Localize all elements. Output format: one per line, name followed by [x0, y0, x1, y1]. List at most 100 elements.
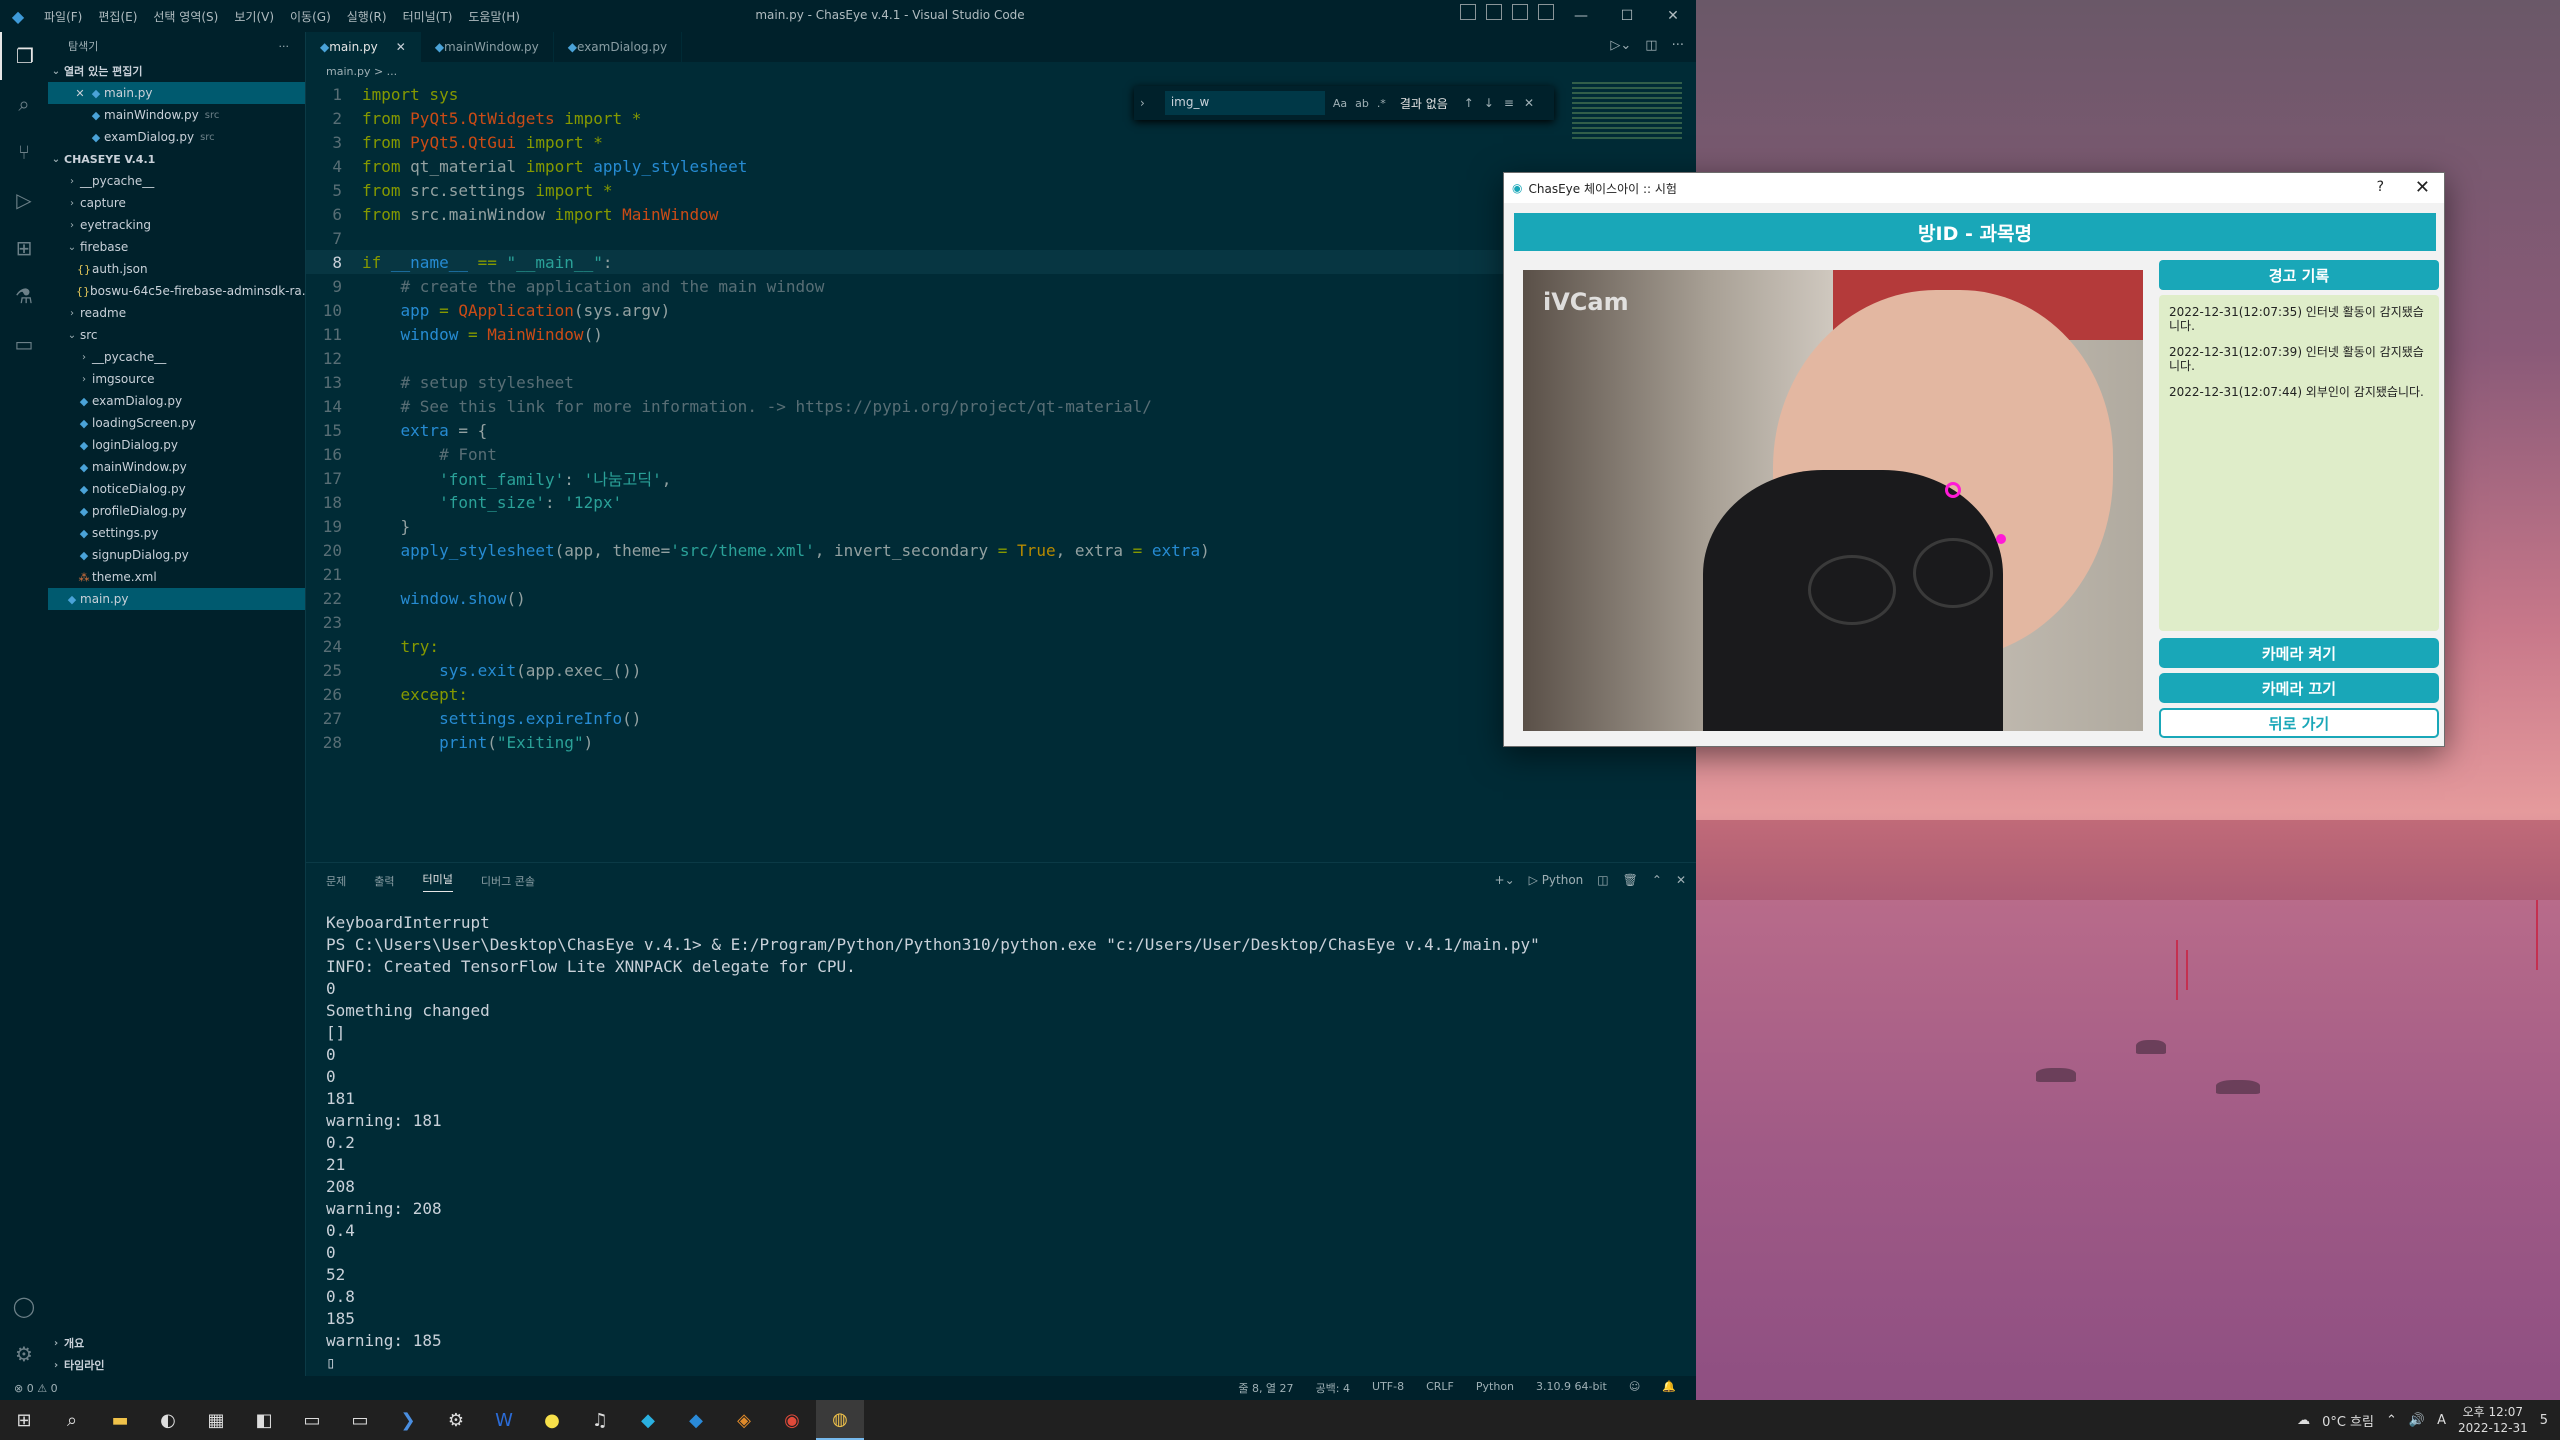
tree-item[interactable]: {} boswu-64c5e-firebase-adminsdk-ra...: [48, 280, 305, 302]
find-in-selection-icon[interactable]: ≡: [1504, 96, 1514, 110]
feedback-icon[interactable]: ☺: [1629, 1380, 1640, 1396]
app-icon[interactable]: ◧: [240, 1400, 288, 1440]
close-icon[interactable]: ✕: [72, 87, 88, 100]
source-control-icon[interactable]: ⑂: [0, 128, 48, 176]
tree-item[interactable]: ◆ noticeDialog.py: [48, 478, 305, 500]
run-debug-icon[interactable]: ▷: [0, 176, 48, 224]
match-case-toggle[interactable]: Aa: [1333, 97, 1347, 110]
python-taskbar-icon[interactable]: ◍: [816, 1400, 864, 1440]
close-panel-icon[interactable]: ✕: [1676, 873, 1686, 887]
tree-item[interactable]: › readme: [48, 302, 305, 324]
app-icon[interactable]: ◈: [720, 1400, 768, 1440]
menu-item[interactable]: 이동(G): [282, 8, 339, 25]
settings-gear-icon[interactable]: ⚙: [0, 1330, 48, 1378]
toggle-primary-sidebar-icon[interactable]: [1460, 4, 1476, 20]
more-actions-icon[interactable]: ···: [279, 40, 290, 53]
remote-explorer-icon[interactable]: ▭: [0, 320, 48, 368]
toggle-replace-icon[interactable]: ›: [1140, 96, 1145, 110]
tree-item[interactable]: ◆ settings.py: [48, 522, 305, 544]
tree-item[interactable]: › __pycache__: [48, 170, 305, 192]
tree-item[interactable]: › __pycache__: [48, 346, 305, 368]
help-button[interactable]: ?: [2377, 179, 2384, 195]
minimize-button[interactable]: —: [1558, 0, 1604, 32]
tree-item[interactable]: ◆ main.py: [48, 588, 305, 610]
calculator-icon[interactable]: ▦: [192, 1400, 240, 1440]
extensions-icon[interactable]: ⊞: [0, 224, 48, 272]
split-terminal-icon[interactable]: ◫: [1597, 873, 1608, 887]
maximize-button[interactable]: ☐: [1604, 0, 1650, 32]
split-editor-icon[interactable]: ◫: [1645, 38, 1657, 53]
open-editor-item[interactable]: ◆ mainWindow.py src: [48, 104, 305, 126]
next-match-icon[interactable]: ↓: [1484, 96, 1494, 110]
tree-item[interactable]: ⁂ theme.xml: [48, 566, 305, 588]
cursor-position[interactable]: 줄 8, 열 27: [1238, 1380, 1293, 1396]
panel-tab[interactable]: 터미널: [422, 871, 453, 892]
search-icon[interactable]: ⌕: [0, 80, 48, 128]
music-icon[interactable]: ♫: [576, 1400, 624, 1440]
kakaotalk-icon[interactable]: ●: [528, 1400, 576, 1440]
testing-icon[interactable]: ⚗: [0, 272, 48, 320]
camera-on-button[interactable]: 카메라 켜기: [2159, 638, 2439, 668]
account-icon[interactable]: ◯: [0, 1282, 48, 1330]
clock[interactable]: 오후 12:07 2022-12-31: [2458, 1404, 2528, 1436]
menu-item[interactable]: 터미널(T): [395, 8, 461, 25]
sidebar-section[interactable]: › 개요: [48, 1332, 305, 1354]
new-terminal-icon[interactable]: +⌄: [1495, 873, 1515, 887]
chrome-icon[interactable]: ◉: [768, 1400, 816, 1440]
tree-item[interactable]: ◆ loginDialog.py: [48, 434, 305, 456]
tree-item[interactable]: ⌄ firebase: [48, 236, 305, 258]
weather-text[interactable]: 0°C 흐림: [2322, 1411, 2374, 1430]
file-explorer-icon[interactable]: ▬: [96, 1400, 144, 1440]
back-button[interactable]: 뒤로 가기: [2159, 708, 2439, 738]
panel-tab[interactable]: 문제: [326, 873, 346, 889]
panel-tab[interactable]: 출력: [374, 873, 394, 889]
match-word-toggle[interactable]: ab: [1355, 97, 1369, 110]
menu-item[interactable]: 실행(R): [339, 8, 395, 25]
powershell-icon[interactable]: ❯: [384, 1400, 432, 1440]
menu-item[interactable]: 선택 영역(S): [145, 8, 226, 25]
minimap[interactable]: [1572, 82, 1682, 142]
app-icon[interactable]: ▭: [336, 1400, 384, 1440]
menu-item[interactable]: 보기(V): [226, 8, 282, 25]
problems-count[interactable]: ⊗ 0 ⚠ 0: [0, 1382, 58, 1395]
app-icon[interactable]: ◐: [144, 1400, 192, 1440]
previous-match-icon[interactable]: ↑: [1464, 96, 1474, 110]
vscode-taskbar-icon[interactable]: ◆: [672, 1400, 720, 1440]
tree-item[interactable]: › imgsource: [48, 368, 305, 390]
tree-item[interactable]: ◆ profileDialog.py: [48, 500, 305, 522]
toggle-panel-icon[interactable]: [1486, 4, 1502, 20]
close-find-icon[interactable]: ✕: [1524, 96, 1534, 110]
open-editor-item[interactable]: ✕ ◆ main.py: [48, 82, 305, 104]
indentation[interactable]: 공백: 4: [1316, 1380, 1350, 1396]
encoding[interactable]: UTF-8: [1372, 1380, 1404, 1396]
terminal-output[interactable]: KeyboardInterrupt PS C:\Users\User\Deskto…: [326, 913, 1540, 1375]
tab-examDialog-py[interactable]: ◆ examDialog.py: [554, 32, 683, 62]
open-editor-item[interactable]: ◆ examDialog.py src: [48, 126, 305, 148]
toggle-secondary-sidebar-icon[interactable]: [1512, 4, 1528, 20]
tree-item[interactable]: ⌄ src: [48, 324, 305, 346]
breadcrumb[interactable]: main.py > ...: [306, 62, 1696, 80]
search-taskbar-icon[interactable]: ⌕: [48, 1400, 96, 1440]
volume-icon[interactable]: 🔊: [2409, 1413, 2425, 1428]
customize-layout-icon[interactable]: [1538, 4, 1554, 20]
menu-item[interactable]: 편집(E): [90, 8, 145, 25]
input-method-icon[interactable]: A: [2437, 1413, 2446, 1428]
explorer-icon[interactable]: ❐: [0, 32, 48, 80]
python-interpreter[interactable]: 3.10.9 64-bit: [1536, 1380, 1607, 1396]
language-mode[interactable]: Python: [1476, 1380, 1514, 1396]
tree-item[interactable]: › capture: [48, 192, 305, 214]
terminal-shell-label[interactable]: ▷ Python: [1529, 873, 1584, 887]
sidebar-section[interactable]: › 타임라인: [48, 1354, 305, 1376]
tree-item[interactable]: {} auth.json: [48, 258, 305, 280]
run-python-icon[interactable]: ▷⌄: [1610, 38, 1631, 53]
panel-tab[interactable]: 디버그 콘솔: [481, 873, 535, 889]
tree-item[interactable]: ◆ loadingScreen.py: [48, 412, 305, 434]
tree-item[interactable]: ◆ examDialog.py: [48, 390, 305, 412]
settings-icon[interactable]: ⚙: [432, 1400, 480, 1440]
maximize-panel-icon[interactable]: ⌃: [1652, 873, 1662, 887]
tab-mainWindow-py[interactable]: ◆ mainWindow.py: [421, 32, 554, 62]
tray-overflow-icon[interactable]: ⌃: [2386, 1413, 2397, 1428]
find-input[interactable]: img_w: [1164, 91, 1325, 115]
open-editors-section[interactable]: ⌄ 열려 있는 편집기: [48, 60, 305, 82]
regex-toggle[interactable]: .*: [1377, 97, 1386, 110]
